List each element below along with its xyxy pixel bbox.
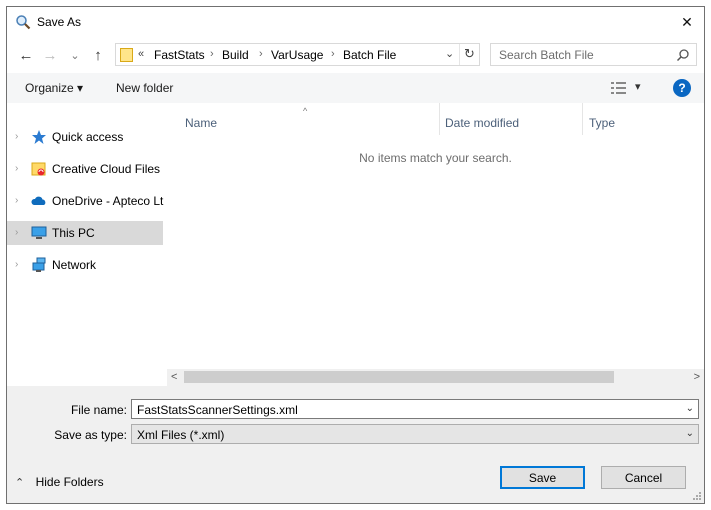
hide-folders-button[interactable]: ⌃ Hide Folders	[15, 475, 104, 489]
column-header-date-modified[interactable]: Date modified	[439, 103, 583, 135]
back-arrow-icon: ←	[18, 46, 34, 64]
change-view-button[interactable]: ▾	[611, 80, 643, 96]
navigation-bar: ← → ⌄ ↑ « FastStats › Build › VarUsage ›…	[7, 37, 704, 73]
scroll-left-arrow-icon[interactable]: <	[171, 371, 177, 383]
scroll-right-arrow-icon[interactable]: >	[694, 371, 700, 383]
empty-list-message: No items match your search.	[359, 151, 512, 165]
folder-icon	[120, 48, 133, 62]
save-button-label: Save	[528, 470, 557, 485]
forward-button[interactable]: →	[41, 46, 59, 64]
sidebar-item-label: OneDrive - Apteco Lt	[52, 194, 164, 208]
save-button[interactable]: Save	[500, 466, 585, 489]
cancel-button[interactable]: Cancel	[601, 466, 686, 489]
navigation-pane: › Quick access › Creative Cloud Files › …	[7, 103, 167, 386]
search-placeholder: Search Batch File	[499, 48, 594, 62]
new-folder-button[interactable]: New folder	[116, 81, 173, 95]
refresh-icon: ↻	[464, 46, 475, 61]
back-button[interactable]: ←	[17, 46, 35, 64]
sidebar-item-label: This PC	[52, 226, 95, 240]
column-header-label: Date modified	[445, 116, 520, 130]
search-icon	[676, 49, 689, 62]
save-as-type-value: Xml Files (*.xml)	[137, 428, 225, 442]
help-icon: ?	[678, 81, 686, 95]
recent-locations-button[interactable]: ⌄	[69, 46, 81, 64]
column-header-type[interactable]: Type	[582, 103, 702, 135]
search-magnifier-icon	[16, 15, 31, 30]
pc-icon	[31, 226, 47, 239]
creative-cloud-folder-icon	[31, 162, 46, 176]
breadcrumb-separator[interactable]: ›	[331, 48, 335, 60]
column-header-label: Type	[589, 116, 616, 130]
view-options-arrow-icon: ▾	[635, 81, 641, 93]
breadcrumb-build[interactable]: Build	[222, 48, 249, 62]
network-icon	[32, 257, 46, 272]
close-button[interactable]: ✕	[670, 7, 704, 37]
save-as-type-label: Save as type:	[54, 428, 127, 442]
address-dropdown-button[interactable]: ⌄	[445, 47, 454, 60]
sidebar-item-label: Creative Cloud Files	[52, 162, 161, 176]
address-bar[interactable]: « FastStats › Build › VarUsage › Batch F…	[115, 43, 480, 66]
expand-chevron-icon[interactable]: ›	[15, 227, 18, 238]
sidebar-item-label: Network	[52, 258, 97, 272]
help-button[interactable]: ?	[673, 79, 691, 97]
file-name-input[interactable]: FastStatsScannerSettings.xml ⌄	[131, 399, 699, 419]
onedrive-cloud-icon	[31, 196, 46, 205]
resize-grip-icon[interactable]	[692, 491, 702, 501]
column-header-name[interactable]: Name	[167, 103, 440, 135]
file-name-label: File name:	[70, 403, 127, 417]
chevron-down-icon: ⌄	[70, 49, 80, 62]
sidebar-item-label: Quick access	[52, 130, 124, 144]
column-header-label: Name	[185, 116, 218, 130]
expand-chevron-icon[interactable]: ›	[15, 163, 18, 174]
breadcrumb-separator[interactable]: ›	[210, 48, 214, 60]
breadcrumb-separator[interactable]: ›	[259, 48, 263, 60]
command-toolbar: Organize ▾ New folder ▾ ?	[7, 73, 704, 104]
sidebar-item-creative-cloud[interactable]: › Creative Cloud Files	[7, 157, 163, 181]
hide-folders-label: Hide Folders	[35, 475, 104, 489]
chevron-down-icon[interactable]: ⌄	[686, 403, 694, 414]
collapse-chevron-icon: ⌃	[15, 477, 25, 489]
expand-chevron-icon[interactable]: ›	[15, 259, 18, 270]
sidebar-item-quick-access[interactable]: › Quick access	[7, 125, 163, 149]
forward-arrow-icon: →	[42, 46, 58, 64]
file-name-value: FastStatsScannerSettings.xml	[137, 403, 298, 417]
save-as-dialog: Save As ✕ ← → ⌄ ↑ « FastStats › Build › …	[6, 6, 705, 504]
expand-chevron-icon[interactable]: ›	[15, 195, 18, 206]
up-button[interactable]: ↑	[89, 46, 107, 64]
save-as-type-select[interactable]: Xml Files (*.xml) ⌄	[131, 424, 699, 444]
star-icon	[32, 130, 46, 144]
expand-chevron-icon[interactable]: ›	[15, 131, 18, 142]
sidebar-item-onedrive[interactable]: › OneDrive - Apteco Lt	[7, 189, 163, 213]
sidebar-item-this-pc[interactable]: › This PC	[7, 221, 163, 245]
breadcrumb-batch-file[interactable]: Batch File	[343, 48, 396, 62]
details-view-icon	[611, 82, 626, 94]
file-list[interactable]: ^ Name Date modified Type No items match…	[167, 103, 704, 369]
breadcrumb-faststats[interactable]: FastStats	[154, 48, 205, 62]
search-box[interactable]: Search Batch File	[490, 43, 697, 66]
refresh-button[interactable]: ↻	[459, 44, 480, 65]
chevron-down-icon: ⌄	[685, 428, 694, 439]
horizontal-scrollbar[interactable]: < >	[167, 369, 704, 386]
title-bar: Save As ✕	[7, 7, 704, 37]
organize-menu-button[interactable]: Organize ▾	[25, 81, 83, 95]
sidebar-item-network[interactable]: › Network	[7, 253, 163, 277]
breadcrumb-overflow[interactable]: «	[138, 48, 144, 60]
cancel-button-label: Cancel	[624, 470, 663, 485]
scrollbar-thumb[interactable]	[184, 371, 614, 383]
breadcrumb-varusage[interactable]: VarUsage	[271, 48, 323, 62]
up-arrow-icon: ↑	[94, 46, 102, 64]
close-icon: ✕	[681, 13, 693, 30]
window-title: Save As	[37, 15, 82, 29]
